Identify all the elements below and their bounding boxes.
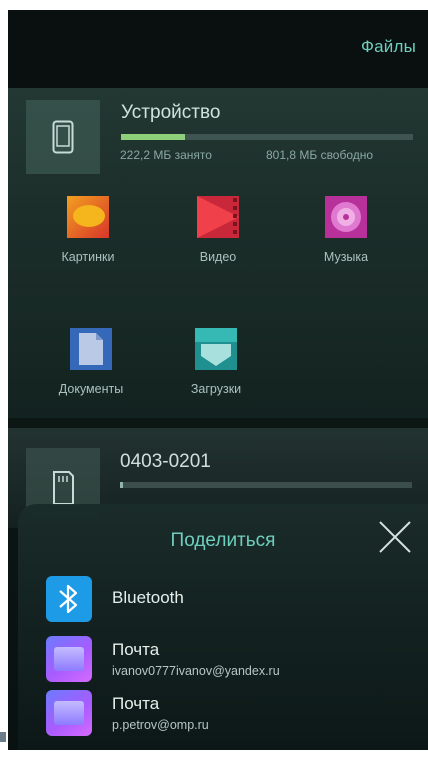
device-storage-bar <box>121 134 413 140</box>
sd-card-icon <box>53 471 74 505</box>
share-item-title: Bluetooth <box>112 588 184 607</box>
mail-icon <box>46 636 92 682</box>
sd-card-title: 0403-0201 <box>120 451 211 472</box>
share-item-bluetooth[interactable]: Bluetooth <box>46 576 416 622</box>
video-icon <box>197 196 239 238</box>
share-item-title: Почта <box>112 694 160 713</box>
close-button[interactable] <box>376 518 414 556</box>
category-label: Видео <box>199 250 237 264</box>
device-storage-title: Устройство <box>121 102 221 123</box>
category-downloads[interactable]: Загрузки <box>166 328 266 396</box>
device-storage-button[interactable] <box>26 100 100 174</box>
share-sheet: Поделиться Bluetooth Почта ivanov0777iva… <box>18 504 428 750</box>
category-label: Документы <box>58 382 124 396</box>
phone-screen: Файлы Устройство 222,2 МБ занято 801,8 М… <box>8 10 428 750</box>
music-icon <box>325 196 367 238</box>
sd-card-storage-bar-fill <box>120 482 123 488</box>
share-item-email: p.petrov@omp.ru <box>112 718 209 732</box>
page-header: Файлы <box>8 10 428 88</box>
phone-icon <box>52 120 74 154</box>
share-item-title: Почта <box>112 640 160 659</box>
pictures-icon <box>67 196 109 238</box>
category-music[interactable]: Музыка <box>296 196 396 264</box>
category-pictures[interactable]: Картинки <box>38 196 138 264</box>
device-storage-bar-fill <box>121 134 186 140</box>
category-documents[interactable]: Документы <box>41 328 141 396</box>
category-label: Картинки <box>61 250 115 264</box>
mail-icon <box>46 690 92 736</box>
share-item-mail-petrov[interactable]: Почта p.petrov@omp.ru <box>46 690 416 736</box>
page-title: Файлы <box>360 37 416 56</box>
downloads-icon <box>195 328 237 370</box>
close-icon <box>379 521 411 553</box>
edge-indicator <box>0 732 6 742</box>
bluetooth-icon <box>46 576 92 622</box>
device-storage-free: 801,8 МБ свободно <box>266 148 374 162</box>
share-sheet-title: Поделиться <box>170 530 276 551</box>
share-item-email: ivanov0777ivanov@yandex.ru <box>112 664 280 678</box>
device-storage-used: 222,2 МБ занято <box>120 148 212 162</box>
category-label: Загрузки <box>190 382 242 396</box>
share-item-mail-ivanov[interactable]: Почта ivanov0777ivanov@yandex.ru <box>46 636 416 682</box>
device-storage-panel: Устройство 222,2 МБ занято 801,8 МБ своб… <box>8 88 428 418</box>
category-label: Музыка <box>323 250 369 264</box>
documents-icon <box>70 328 112 370</box>
sd-card-storage-bar <box>120 482 412 488</box>
category-video[interactable]: Видео <box>168 196 268 264</box>
